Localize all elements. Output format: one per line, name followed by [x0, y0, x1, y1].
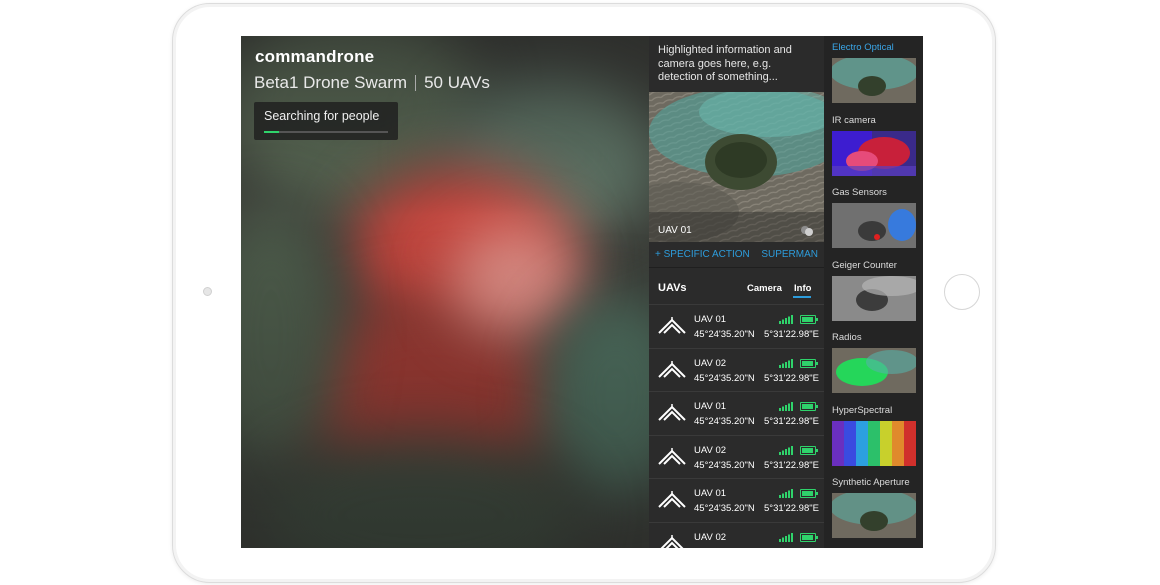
sensor-label: IR camera [832, 114, 876, 126]
uav-name: UAV 01 [694, 314, 727, 325]
uav-list-item[interactable]: UAV 01 45°24'35.20"N 5°31'22.98"E [649, 304, 824, 348]
title-separator [415, 75, 417, 91]
drone-icon [658, 317, 686, 334]
aerial-image [649, 92, 824, 242]
task-label: Searching for people [264, 109, 380, 123]
uav-name: UAV 01 [694, 488, 727, 499]
signal-icon [779, 489, 793, 498]
uav-name: UAV 02 [694, 444, 727, 456]
uav-longitude: 5°31'22.98"E [764, 547, 819, 549]
sensor-item[interactable]: Radios [824, 326, 923, 398]
sensor-thumbnail [832, 420, 916, 466]
uav-longitude: 5°31'22.98"E [764, 329, 819, 340]
sensor-label: HyperSpectral [832, 404, 893, 416]
uav-list-item[interactable]: UAV 02 45°24'35.20"N 5°31'22.98"E [649, 521, 824, 549]
drone-icon [658, 404, 686, 421]
sensor-thumbnail [832, 130, 916, 176]
signal-icon [779, 358, 793, 368]
task-progress-track [264, 131, 388, 133]
uav-latitude: 45°24'35.20"N [694, 459, 755, 471]
uav-latitude: 45°24'35.20"N [694, 503, 755, 514]
divider [649, 267, 824, 268]
battery-icon [800, 315, 818, 324]
camera-feed[interactable]: UAV 01 [649, 92, 824, 242]
sensor-label: Geiger Counter [832, 259, 897, 271]
tab-info[interactable]: Info [794, 283, 811, 294]
task-status-card[interactable]: Searching for people [254, 102, 398, 140]
drone-icon [660, 534, 684, 548]
swarm-title: Beta1 Drone Swarm 50 UAVs [254, 73, 490, 93]
swarm-name: Beta1 Drone Swarm [254, 73, 408, 92]
sensor-column: Electro Optical IR camera Gas Sensors Geige… [824, 36, 923, 548]
battery-icon [800, 532, 818, 542]
sensor-item[interactable]: Synthetic Aperture [824, 471, 923, 543]
uav-latitude: 45°24'35.20"N [694, 416, 755, 427]
uav-list-item[interactable]: UAV 01 45°24'35.20"N 5°31'22.98"E [649, 478, 824, 522]
sensor-thumbnail [832, 58, 916, 103]
sensor-item[interactable]: HyperSpectral [824, 399, 923, 471]
highlight-text: Highlighted information and camera goes … [658, 44, 792, 83]
sensor-label: Electro Optical [832, 42, 894, 53]
app-screen: commandrone Beta1 Drone Swarm 50 UAVs Se… [241, 36, 923, 548]
feed-uav-label: UAV 01 [658, 225, 692, 236]
sensor-item[interactable]: Electro Optical [824, 36, 923, 108]
uav-name: UAV 01 [694, 401, 727, 412]
drone-icon [658, 491, 686, 508]
drone-icon [658, 360, 686, 378]
map-view[interactable]: commandrone Beta1 Drone Swarm 50 UAVs Se… [241, 36, 649, 548]
signal-icon [779, 532, 793, 542]
active-tab-indicator [793, 296, 811, 298]
specific-action-button[interactable]: + SPECIFIC ACTION [655, 249, 750, 260]
uav-list-item[interactable]: UAV 02 45°24'35.20"N 5°31'22.98"E [649, 434, 824, 478]
sensor-thumbnail [832, 275, 916, 321]
action-bar: + SPECIFIC ACTION SUPERMAN [649, 242, 824, 266]
uav-name: UAV 02 [694, 531, 727, 543]
home-button[interactable] [944, 274, 980, 310]
sensor-label: Gas Sensors [832, 187, 887, 198]
uav-list-header: UAVs Camera Info [649, 276, 824, 300]
battery-icon [800, 445, 818, 455]
uav-latitude: 45°24'35.20"N [694, 547, 755, 549]
uav-latitude: 45°24'35.20"N [694, 372, 755, 384]
swarm-count: 50 UAVs [424, 73, 490, 92]
uav-name: UAV 02 [694, 357, 727, 369]
sensor-item[interactable]: IR camera [824, 109, 923, 181]
sensor-thumbnail [832, 493, 916, 538]
uav-list-title: UAVs [658, 282, 687, 294]
battery-icon [800, 402, 818, 411]
sensor-thumbnail [832, 203, 916, 248]
uav-latitude: 45°24'35.20"N [694, 329, 755, 340]
signal-icon [779, 402, 793, 411]
sensor-item[interactable]: Geiger Counter [824, 254, 923, 326]
signal-icon [779, 445, 793, 455]
front-camera [203, 287, 212, 296]
sensor-thumbnail [832, 348, 916, 393]
battery-icon [800, 489, 818, 498]
superman-button[interactable]: SUPERMAN [761, 249, 818, 260]
task-progress-fill [264, 131, 279, 133]
layers-icon[interactable] [800, 225, 814, 237]
brand-logo: commandrone [255, 47, 375, 66]
drone-icon [658, 447, 686, 465]
uav-list: UAV 01 45°24'35.20"N 5°31'22.98"E UAV 02… [649, 304, 824, 548]
battery-icon [800, 358, 818, 368]
uav-longitude: 5°31'22.98"E [764, 372, 819, 384]
uav-longitude: 5°31'22.98"E [764, 416, 819, 427]
uav-longitude: 5°31'22.98"E [764, 503, 819, 514]
detail-panel: Highlighted information and camera goes … [649, 36, 824, 548]
uav-list-item[interactable]: UAV 02 45°24'35.20"N 5°31'22.98"E [649, 347, 824, 391]
sensor-label: Synthetic Aperture [832, 477, 910, 488]
signal-icon [779, 315, 793, 324]
tab-camera[interactable]: Camera [747, 283, 782, 294]
sensor-label: Radios [832, 332, 862, 343]
uav-list-item[interactable]: UAV 01 45°24'35.20"N 5°31'22.98"E [649, 391, 824, 435]
sensor-item[interactable]: Gas Sensors [824, 181, 923, 253]
uav-longitude: 5°31'22.98"E [764, 459, 819, 471]
